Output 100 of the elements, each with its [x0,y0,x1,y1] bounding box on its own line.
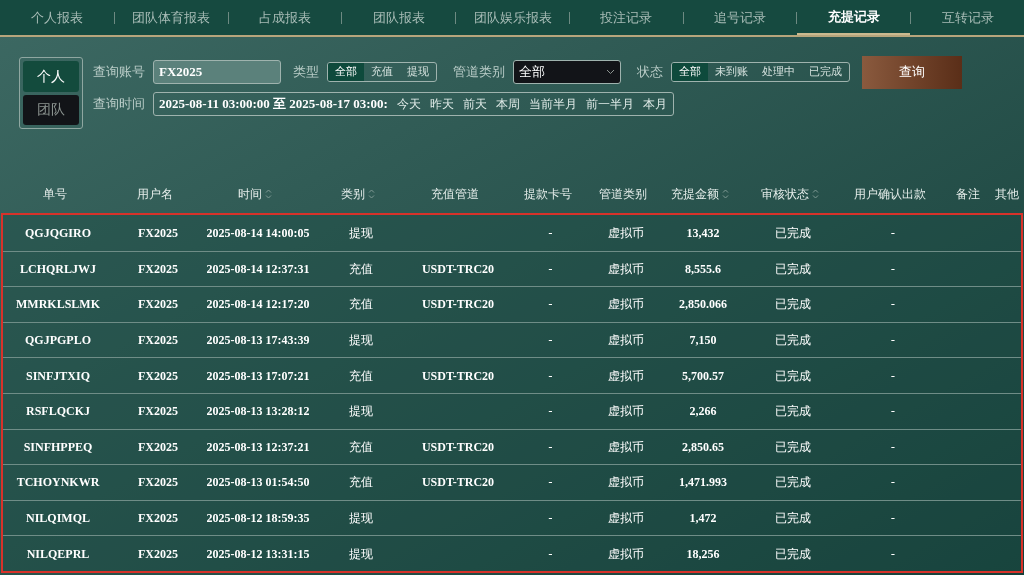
table-cell-text: 8,555.6 [685,260,721,278]
report-tab[interactable]: 团队报表 [342,0,456,35]
table-cell-text: - [548,510,553,528]
scope-toggle[interactable]: 个人 [23,61,79,92]
segment-option[interactable]: 提现 [400,63,436,81]
quick-range-link[interactable]: 昨天 [429,95,454,113]
table-cell-text: - [890,224,896,242]
field-label: 状态 [637,63,663,82]
segment-option[interactable]: 充值 [364,63,400,81]
table-cell-text: NILQIMQL [26,510,90,528]
sort-icon[interactable] [722,188,729,200]
table-cell-text: USDT-TRC20 [421,296,495,314]
date-range-field[interactable]: 2025-08-11 03:00:00 至 2025-08-17 03:00: 今天 昨天 前天 本周 当前半月 前一半月 本月 [153,92,674,116]
table-cell-text: 提现 [348,510,373,528]
report-tab[interactable]: 团队体育报表 [114,0,228,35]
table-cell-text: 提现 [348,332,373,350]
table-cell-text: 已完成 [775,510,811,528]
table-cell-text: 2025-08-13 01:54:50 [206,474,310,492]
sort-icon[interactable] [265,188,272,200]
table-cell-text: FX2025 [138,260,178,278]
column-header: 时间 [238,186,262,203]
table-cell-text: 虚拟币 [607,438,644,456]
table-cell-text: 提现 [348,403,373,421]
table-cell-text: - [890,332,896,350]
report-tab[interactable]: 互转记录 [911,0,1024,35]
table-cell-text: 已完成 [775,474,811,492]
table-cell-text: 2025-08-12 13:31:15 [206,545,310,563]
quick-range-link[interactable]: 当前半月 [528,95,577,113]
table-cell-text: 虚拟币 [607,545,644,563]
account-field[interactable]: FX2025 [153,60,281,84]
field-label: 类型 [293,63,319,82]
table-cell-text: 充值 [348,260,373,278]
table-cell-text: - [548,403,553,421]
segment-option[interactable]: 处理中 [755,63,802,81]
table-cell-text: 2025-08-14 12:37:31 [206,260,310,278]
report-tab[interactable]: 团队娱乐报表 [456,0,569,35]
table-cell-text: 虚拟币 [607,474,644,492]
table-cell-text: 13,432 [686,224,720,242]
table-cell-text: USDT-TRC20 [421,474,495,492]
table-cell-text: 虚拟币 [607,260,644,278]
quick-range-link[interactable]: 本周 [495,95,520,113]
report-tab[interactable]: 个人报表 [0,0,114,35]
table-cell-text: 已完成 [775,367,811,385]
table-cell-text: 1,472 [689,510,717,528]
quick-range-link[interactable]: 今天 [396,95,421,113]
table-cell-text: - [890,296,896,314]
report-tab[interactable]: 投注记录 [569,0,683,35]
table-cell-text: 2025-08-13 13:28:12 [206,403,310,421]
table-cell-text: 已完成 [775,332,811,350]
table-cell-text: - [890,403,896,421]
date-range-value: 2025-08-11 03:00:00 至 2025-08-17 03:00: [159,95,388,114]
table-cell-text: 已完成 [775,224,811,242]
column-header: 备注 [955,186,980,203]
quick-range-link[interactable]: 本月 [642,95,667,113]
table-cell-text: 2025-08-13 17:07:21 [206,367,310,385]
table-cell-text: 已完成 [775,438,811,456]
field-label: 管道类别 [453,63,505,82]
segment-option[interactable]: 全部 [328,63,364,81]
table-cell-text: 虚拟币 [607,367,644,385]
table-cell-text: - [890,438,896,456]
table-cell-text: 提现 [348,545,373,563]
table-cell-text: - [548,296,553,314]
table-cell-text: FX2025 [138,474,178,492]
column-header: 提款卡号 [523,186,572,203]
sort-icon[interactable] [367,188,375,200]
table-cell-text: 虚拟币 [607,224,644,242]
column-header: 充提金额 [671,186,719,203]
table-cell-text: - [890,474,896,492]
report-tab[interactable]: 追号记录 [683,0,797,35]
table-cell-text: 虚拟币 [607,510,644,528]
table-cell-text: 充值 [348,296,373,314]
table-cell-text: USDT-TRC20 [421,367,495,385]
search-button[interactable]: 查询 [862,55,962,89]
column-header: 充值管道 [431,186,479,203]
sort-icon[interactable] [812,188,819,200]
table-cell-text: 2,850.066 [679,296,727,314]
report-tab[interactable]: 占成报表 [228,0,342,35]
table-cell-text: SINFHPPEQ [23,438,93,456]
table-cell-text: FX2025 [138,545,178,563]
table-cell-text: 虚拟币 [607,403,644,421]
column-header: 其他 [995,186,1019,203]
column-header: 用户确认出款 [854,186,926,203]
quick-range-link[interactable]: 前天 [462,95,487,113]
table-cell-text: RSFLQCKJ [26,403,90,421]
column-header: 类别 [340,186,365,203]
table-cell-text: - [548,224,553,242]
scope-toggle[interactable]: 团队 [23,94,79,125]
column-header: 管道类别 [598,186,647,203]
segment-option[interactable]: 未到账 [708,63,755,81]
table-cell-text: - [890,510,896,528]
segment-option[interactable]: 全部 [672,63,708,81]
quick-range-link[interactable]: 前一半月 [585,95,634,113]
table-cell-text: FX2025 [138,332,178,350]
table-cell-text: - [548,332,553,350]
table-cell-text: 充值 [348,474,373,492]
field-label: 查询账号 [93,63,145,82]
column-header: 用户名 [137,186,173,203]
channel-dropdown[interactable]: 全部 [513,60,621,84]
chevron-down-icon [606,69,615,75]
segment-option[interactable]: 已完成 [802,63,849,81]
